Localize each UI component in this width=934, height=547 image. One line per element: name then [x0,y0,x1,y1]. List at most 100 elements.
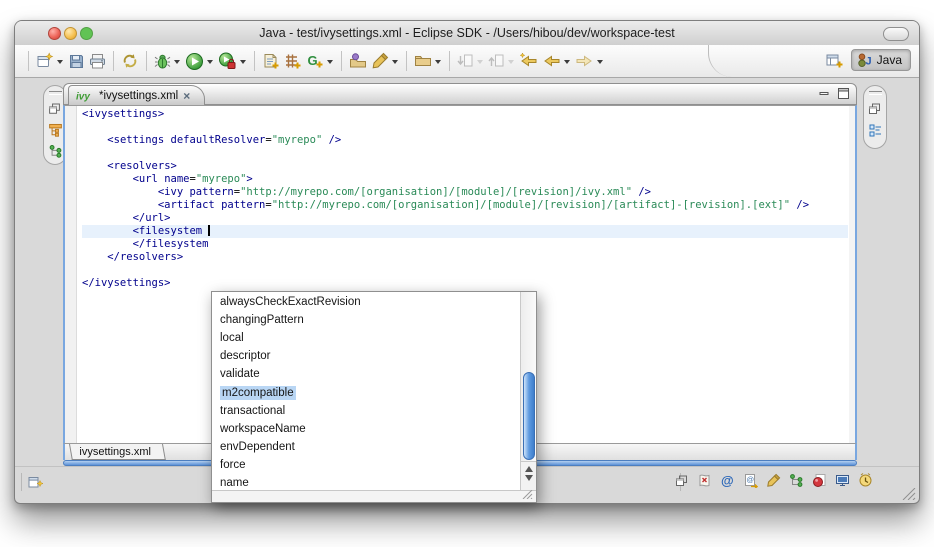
previous-annotation-dropdown-icon[interactable] [508,60,514,64]
scrollbar-thumb[interactable] [523,372,535,460]
code-line[interactable]: </filesystem [82,238,848,251]
toolbar-separator [254,51,255,71]
code-line[interactable]: <ivy pattern="http://myrepo.com/[organis… [82,186,848,199]
trim-handle[interactable] [49,91,62,95]
new-wizard-dropdown-icon[interactable] [57,60,63,64]
debug-icon[interactable] [154,53,171,70]
trim-handle[interactable] [869,91,882,95]
autocomplete-item[interactable]: force [212,456,520,474]
popup-footer [212,490,536,502]
search-icon[interactable] [766,473,781,488]
history-icon[interactable] [858,473,873,488]
back-icon[interactable] [542,52,561,71]
run-dropdown-icon[interactable] [207,60,213,64]
code-line[interactable]: </ivysettings> [82,277,848,290]
run-icon[interactable] [185,52,204,71]
toolbar-separator [113,51,114,71]
toolbar-separator [341,51,342,71]
desktop: Java - test/ivysettings.xml - Eclipse SD… [0,0,934,547]
svg-text:J: J [865,56,871,68]
toolbar-separator [406,51,407,71]
new-g-dropdown-icon[interactable] [327,60,333,64]
folder-icon[interactable] [414,52,432,70]
autocomplete-item[interactable]: validate [212,365,520,383]
autocomplete-item[interactable]: transactional [212,402,520,420]
breakpoints-icon[interactable] [812,473,827,488]
autocomplete-item[interactable]: changingPattern [212,311,520,329]
java-perspective-label: Java [877,53,902,67]
pen-icon[interactable] [371,52,389,70]
call-hierarchy-icon[interactable] [789,473,804,488]
overview-ruler [849,106,855,443]
fast-view-icon[interactable] [27,473,45,491]
code-line[interactable]: <url name="myrepo"> [82,173,848,186]
restore-views-icon[interactable] [675,474,689,488]
package-explorer-icon[interactable] [48,123,63,138]
autocomplete-item[interactable]: local [212,329,520,347]
scroll-up-icon[interactable] [525,466,533,472]
new-grid-plus-icon[interactable] [284,52,302,70]
next-annotation-icon[interactable] [457,53,474,70]
restore-views-icon[interactable] [868,102,882,116]
code-line[interactable] [82,121,848,134]
titlebar[interactable]: Java - test/ivysettings.xml - Eclipse SD… [15,21,919,46]
editor-tab-ivysettings[interactable]: ivy *ivysettings.xml × [68,85,205,106]
code-line[interactable]: </resolvers> [82,251,848,264]
minimize-window-button[interactable] [64,27,77,40]
toolbar-toggle-button[interactable] [883,27,909,41]
new-g-plus-icon[interactable]: G [306,52,324,70]
declaration-icon[interactable]: @ [743,473,758,488]
code-line[interactable]: <filesystem [82,225,848,238]
close-window-button[interactable] [48,27,61,40]
previous-annotation-icon[interactable] [488,53,505,70]
zoom-window-button[interactable] [80,27,93,40]
last-edit-location-icon[interactable] [519,52,538,71]
run-external-icon[interactable] [218,52,237,71]
type-hierarchy-icon[interactable] [48,144,63,159]
restore-views-icon[interactable] [48,102,62,116]
forward-icon[interactable] [575,52,594,71]
autocomplete-item[interactable]: envDependent [212,438,520,456]
new-wizard-icon[interactable] [36,52,54,70]
window-resize-grip-icon[interactable] [902,488,916,500]
refresh-icon[interactable] [121,52,139,70]
maximize-view-icon[interactable] [837,87,850,100]
autocomplete-item[interactable]: m2compatible [212,383,520,401]
popup-scrollbar[interactable] [520,292,536,492]
run-external-dropdown-icon[interactable] [240,60,246,64]
back-dropdown-icon[interactable] [564,60,570,64]
autocomplete-item[interactable]: alwaysCheckExactRevision [212,293,520,311]
debug-dropdown-icon[interactable] [174,60,180,64]
code-line[interactable]: <artifact pattern="http://myrepo.com/[or… [82,199,848,212]
outline-icon[interactable] [868,123,883,138]
code-line[interactable]: <ivysettings> [82,108,848,121]
console-icon[interactable] [835,473,850,488]
javadoc-icon[interactable]: @ [720,473,735,488]
new-file-plus-icon[interactable] [262,52,280,70]
scroll-down-icon[interactable] [525,475,533,481]
print-icon[interactable] [89,53,106,70]
save-icon[interactable] [68,53,85,70]
code-line[interactable]: <resolvers> [82,160,848,173]
code-line[interactable] [82,147,848,160]
pen-dropdown-icon[interactable] [392,60,398,64]
open-perspective-icon[interactable] [825,51,843,69]
code-line[interactable] [82,264,848,277]
editor-tab-label: *ivysettings.xml [99,90,178,102]
popup-resize-grip-icon[interactable] [522,490,533,499]
forward-dropdown-icon[interactable] [597,60,603,64]
java-perspective-button[interactable]: J Java [851,49,911,71]
open-folder-icon[interactable] [349,52,367,70]
source-page-tab[interactable]: ivysettings.xml [69,444,165,460]
svg-text:@: @ [721,473,734,488]
perspective-bar-divider [708,45,733,77]
folder-dropdown-icon[interactable] [435,60,441,64]
minimize-view-icon[interactable] [818,87,831,100]
code-line[interactable]: <settings defaultResolver="myrepo" /> [82,134,848,147]
autocomplete-item[interactable]: descriptor [212,347,520,365]
autocomplete-item[interactable]: workspaceName [212,420,520,438]
error-log-icon[interactable] [697,473,712,488]
next-annotation-dropdown-icon[interactable] [477,60,483,64]
close-tab-icon[interactable]: × [183,91,190,101]
code-line[interactable]: </url> [82,212,848,225]
